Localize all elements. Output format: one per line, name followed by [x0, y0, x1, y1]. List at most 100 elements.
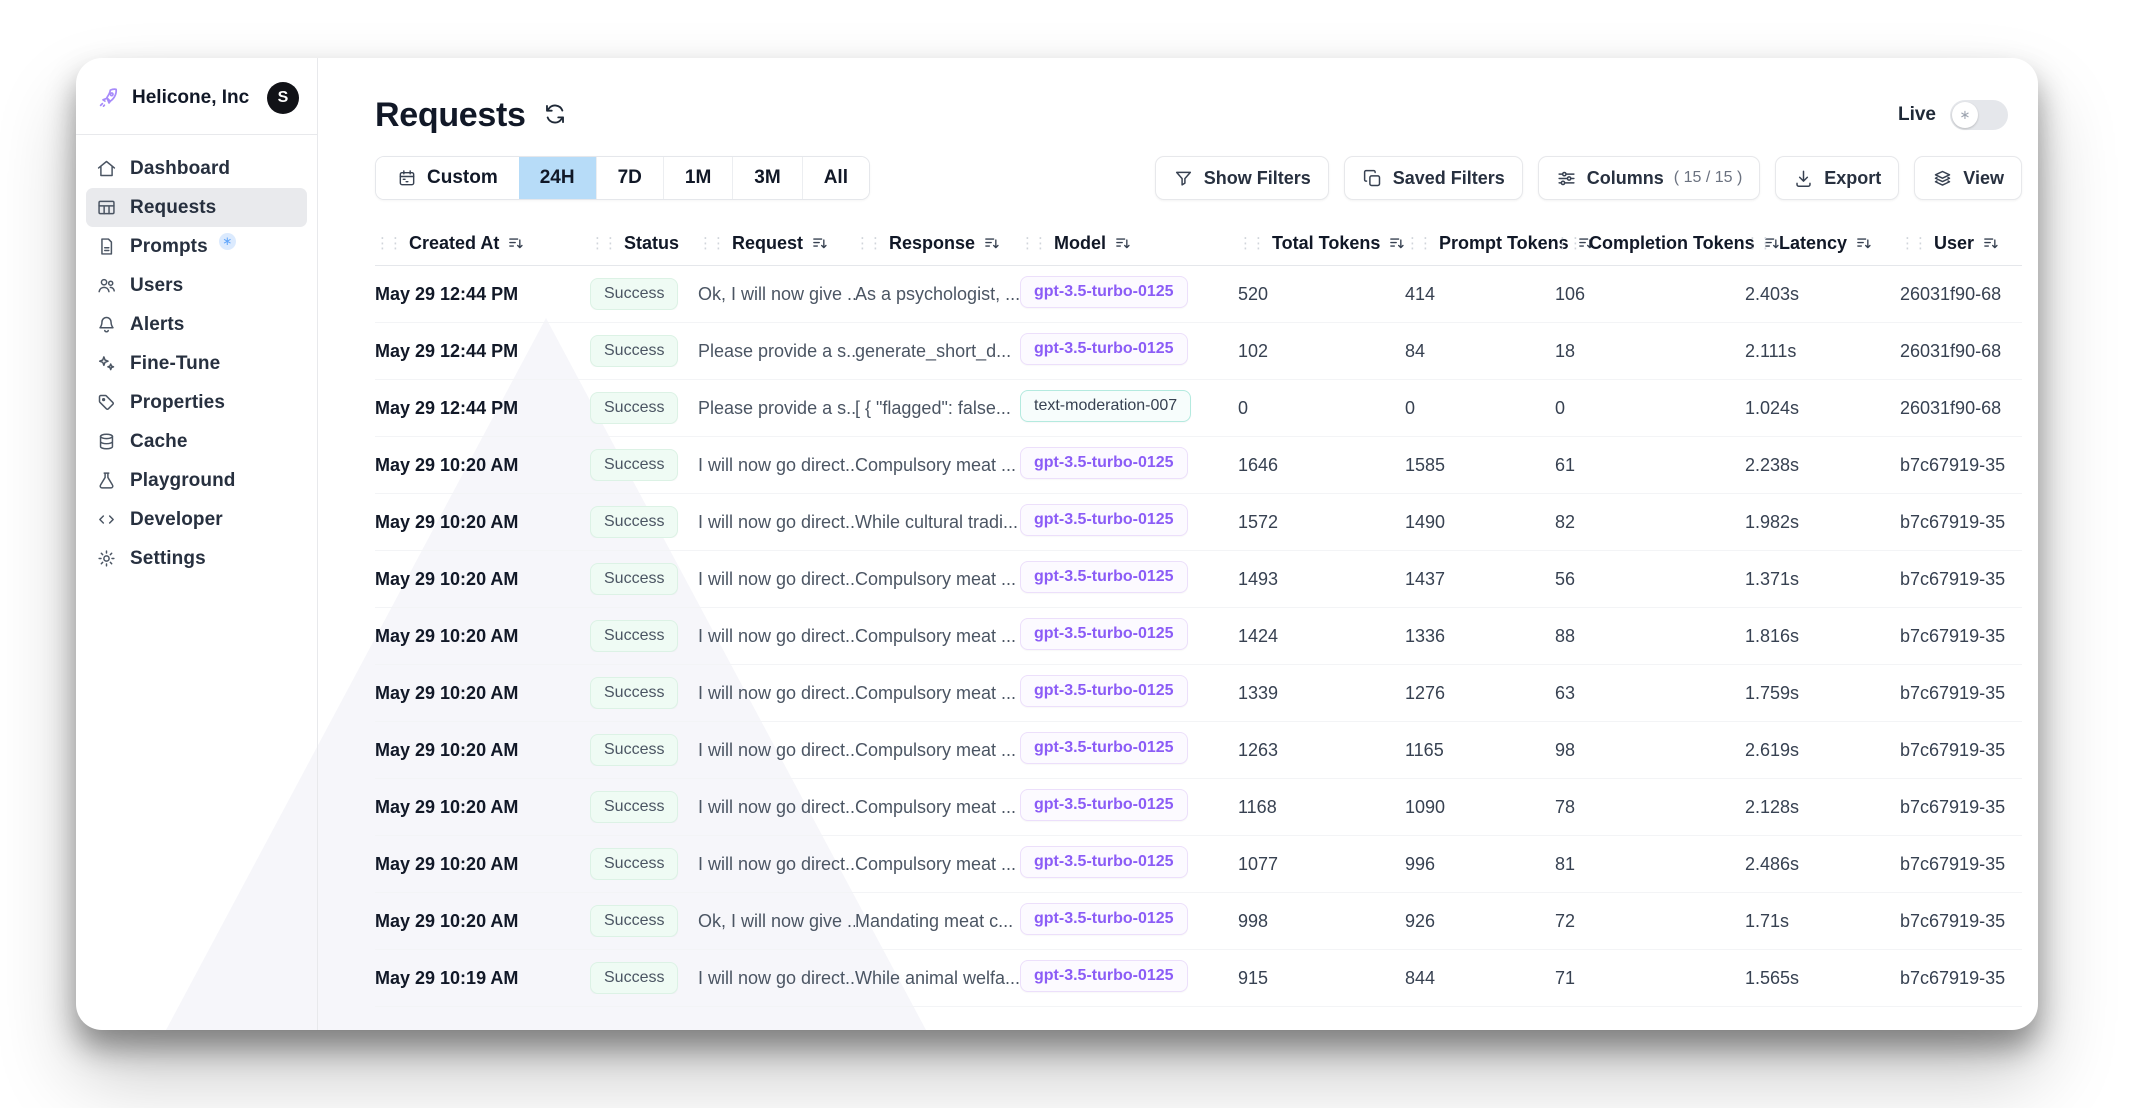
sidebar: Helicone, Inc S Dashboard Requests Promp…	[76, 58, 318, 1030]
sort-icon[interactable]	[983, 234, 1002, 253]
sort-icon[interactable]	[1982, 234, 2001, 253]
show-filters-button[interactable]: Show Filters	[1155, 156, 1329, 200]
cell-request: I will now go direct...	[698, 569, 855, 590]
column-header-total-tokens[interactable]: ⋮⋮ Total Tokens	[1238, 233, 1405, 254]
document-icon	[96, 236, 117, 257]
view-button[interactable]: View	[1914, 156, 2022, 200]
time-range-7d[interactable]: 7D	[596, 157, 663, 199]
table-row[interactable]: May 29 10:20 AM Success I will now go di…	[375, 494, 2022, 551]
sidebar-item-properties[interactable]: Properties	[86, 383, 307, 422]
time-range-all[interactable]: All	[802, 157, 869, 199]
table-row[interactable]: May 29 10:20 AM Success Ok, I will now g…	[375, 893, 2022, 950]
table-row[interactable]: May 29 12:44 PM Success Ok, I will now g…	[375, 266, 2022, 323]
cell-latency: 1.982s	[1745, 512, 1900, 533]
model-badge: gpt-3.5-turbo-0125	[1020, 960, 1188, 992]
cell-prompt-tokens: 1336	[1405, 626, 1555, 647]
column-header-created-at[interactable]: ⋮⋮ Created At	[375, 233, 590, 254]
cell-total-tokens: 102	[1238, 341, 1405, 362]
cell-request: I will now go direct...	[698, 968, 855, 989]
table-row[interactable]: May 29 10:20 AM Success I will now go di…	[375, 836, 2022, 893]
cell-prompt-tokens: 1490	[1405, 512, 1555, 533]
cell-model: gpt-3.5-turbo-0125	[1020, 789, 1238, 826]
table-row[interactable]: May 29 10:20 AM Success I will now go di…	[375, 608, 2022, 665]
sidebar-item-alerts[interactable]: Alerts	[86, 305, 307, 344]
sort-icon[interactable]	[1114, 234, 1133, 253]
sidebar-item-cache[interactable]: Cache	[86, 422, 307, 461]
cell-status: Success	[590, 335, 698, 367]
saved-filters-button[interactable]: Saved Filters	[1344, 156, 1523, 200]
column-header-latency[interactable]: ⋮⋮ Latency	[1745, 233, 1900, 254]
table-row[interactable]: May 29 10:20 AM Success I will now go di…	[375, 437, 2022, 494]
cell-created-at: May 29 10:20 AM	[375, 626, 590, 647]
table-row[interactable]: May 29 12:44 PM Success Please provide a…	[375, 380, 2022, 437]
sidebar-item-users[interactable]: Users	[86, 266, 307, 305]
table-row[interactable]: May 29 10:20 AM Success I will now go di…	[375, 779, 2022, 836]
cell-completion-tokens: 88	[1555, 626, 1745, 647]
sidebar-item-fine-tune[interactable]: Fine-Tune	[86, 344, 307, 383]
time-range-24h[interactable]: 24H	[519, 157, 596, 199]
time-range-3m[interactable]: 3M	[732, 157, 801, 199]
cell-created-at: May 29 10:19 AM	[375, 968, 590, 989]
model-badge: gpt-3.5-turbo-0125	[1020, 732, 1188, 764]
column-header-response[interactable]: ⋮⋮ Response	[855, 233, 1020, 254]
column-header-user[interactable]: ⋮⋮ User	[1900, 233, 2022, 254]
column-header-request[interactable]: ⋮⋮ Request	[698, 233, 855, 254]
sidebar-item-developer[interactable]: Developer	[86, 500, 307, 539]
cell-prompt-tokens: 1585	[1405, 455, 1555, 476]
avatar[interactable]: S	[267, 82, 299, 114]
sidebar-item-prompts[interactable]: Prompts ∗	[86, 227, 307, 266]
cell-prompt-tokens: 1437	[1405, 569, 1555, 590]
columns-button[interactable]: Columns ( 15 / 15 )	[1538, 156, 1761, 200]
sort-icon[interactable]	[1855, 234, 1874, 253]
sort-icon[interactable]	[811, 234, 830, 253]
cell-latency: 1.024s	[1745, 398, 1900, 419]
live-toggle[interactable]: ∗	[1950, 100, 2008, 130]
time-range-custom[interactable]: Custom	[376, 157, 519, 199]
download-icon	[1793, 168, 1814, 189]
column-header-model[interactable]: ⋮⋮ Model	[1020, 233, 1238, 254]
cell-user: b7c67919-35	[1900, 968, 2022, 989]
table-row[interactable]: May 29 10:20 AM Success I will now go di…	[375, 665, 2022, 722]
cell-response: Mandating meat c...	[855, 911, 1020, 932]
org-switcher[interactable]: Helicone, Inc S	[76, 82, 317, 134]
column-header-completion-tokens[interactable]: ⋮⋮ Completion Tokens	[1555, 233, 1745, 254]
cell-response: Compulsory meat ...	[855, 740, 1020, 761]
cell-request: Please provide a s...	[698, 398, 855, 419]
status-badge: Success	[590, 335, 678, 367]
cell-user: 26031f90-68	[1900, 284, 2022, 305]
cell-request: I will now go direct...	[698, 683, 855, 704]
column-header-status[interactable]: ⋮⋮ Status	[590, 233, 698, 254]
table-row[interactable]: May 29 10:19 AM Success I will now go di…	[375, 950, 2022, 1007]
cell-total-tokens: 520	[1238, 284, 1405, 305]
cell-completion-tokens: 18	[1555, 341, 1745, 362]
time-range-control: Custom 24H7D1M3MAll	[375, 156, 870, 200]
cell-created-at: May 29 10:20 AM	[375, 569, 590, 590]
table-row[interactable]: May 29 10:20 AM Success I will now go di…	[375, 551, 2022, 608]
sidebar-item-playground[interactable]: Playground	[86, 461, 307, 500]
cell-prompt-tokens: 0	[1405, 398, 1555, 419]
column-header-prompt-tokens[interactable]: ⋮⋮ Prompt Tokens	[1405, 233, 1555, 254]
sidebar-item-requests[interactable]: Requests	[86, 188, 307, 227]
sidebar-item-dashboard[interactable]: Dashboard	[86, 149, 307, 188]
time-range-1m[interactable]: 1M	[663, 157, 732, 199]
cell-request: Ok, I will now give ...	[698, 911, 855, 932]
cell-response: [ { "flagged": false...	[855, 398, 1020, 419]
cell-user: b7c67919-35	[1900, 626, 2022, 647]
refresh-button[interactable]	[542, 101, 570, 129]
layers-icon	[1932, 168, 1953, 189]
cell-total-tokens: 1263	[1238, 740, 1405, 761]
table-row[interactable]: May 29 10:20 AM Success I will now go di…	[375, 722, 2022, 779]
copy-icon	[1362, 168, 1383, 189]
export-button[interactable]: Export	[1775, 156, 1899, 200]
cell-status: Success	[590, 392, 698, 424]
cell-request: Please provide a s...	[698, 341, 855, 362]
refresh-icon	[542, 101, 568, 130]
cell-response: Compulsory meat ...	[855, 797, 1020, 818]
cell-user: 26031f90-68	[1900, 341, 2022, 362]
cell-latency: 1.71s	[1745, 911, 1900, 932]
cell-completion-tokens: 98	[1555, 740, 1745, 761]
sort-icon[interactable]	[507, 234, 526, 253]
table-row[interactable]: May 29 12:44 PM Success Please provide a…	[375, 323, 2022, 380]
sidebar-item-settings[interactable]: Settings	[86, 539, 307, 578]
cell-completion-tokens: 106	[1555, 284, 1745, 305]
